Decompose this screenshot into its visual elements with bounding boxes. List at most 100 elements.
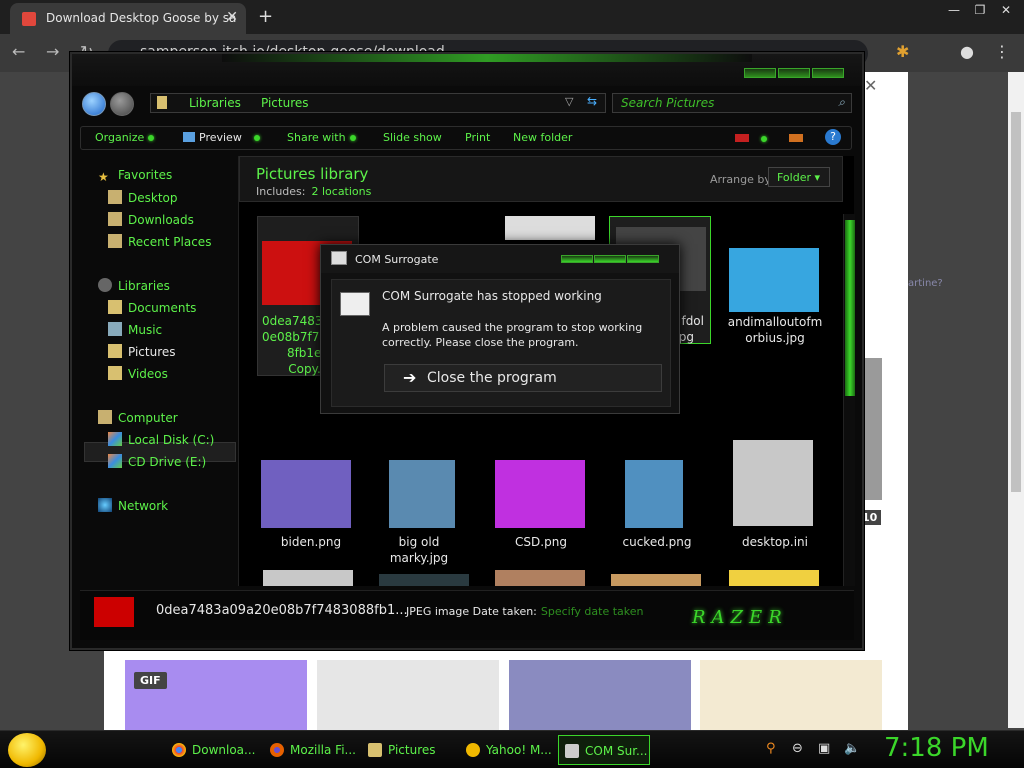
print-button[interactable]: Print [465,131,490,144]
breadcrumb-libraries[interactable]: Libraries [189,96,241,110]
nav-music[interactable]: Music [108,322,162,342]
file-thumbnail [625,460,683,528]
nav-cd-drive[interactable]: CD Drive (E:) [108,454,206,474]
profile-avatar-icon[interactable]: ● [960,42,974,61]
web-scrollbar-thumb[interactable] [1011,112,1021,492]
share-with-button[interactable]: Share with [287,131,356,144]
file-thumbnail [261,460,351,528]
file-tile-row3-1[interactable] [257,570,359,586]
nav-pictures-label: Pictures [128,345,176,359]
task-label: Yahoo! M... [486,743,552,757]
file-tile-row3-3[interactable] [493,570,595,586]
file-list-scrollbar[interactable] [843,214,855,586]
gif-card[interactable] [125,660,307,730]
forward-arrow-icon[interactable]: → [46,42,59,61]
start-orb-icon[interactable] [8,733,46,767]
taskbar-firefox[interactable]: Mozilla Fi... [264,735,356,765]
file-tile-biden[interactable]: biden.png [257,458,359,568]
browser-menu-icon[interactable]: ⋮ [994,42,1010,61]
tray-status-icon[interactable]: ⊖ [792,741,808,757]
new-folder-button[interactable]: New folder [513,131,572,144]
details-date-value[interactable]: Specify date taken [541,605,644,618]
explorer-minimize-button[interactable] [744,68,776,78]
error-dialog: COM Surrogate COM Surrogate has stopped … [320,244,680,414]
network-tray-icon[interactable]: ▣ [818,741,834,757]
web-close-icon[interactable]: ✕ [864,76,877,95]
close-program-button[interactable]: ➔ Close the program [384,364,662,392]
back-arrow-icon[interactable]: ← [12,42,25,61]
taskbar-yahoo[interactable]: Yahoo! M... [460,735,552,765]
tab-close-icon[interactable]: ✕ [226,9,238,25]
dropdown-chevron-icon[interactable]: ▽ [565,95,573,108]
nav-libraries-label: Libraries [118,279,170,293]
nav-favorites[interactable]: ★ Favorites [98,168,172,188]
file-thumbnail [505,216,595,240]
help-icon[interactable]: ? [825,129,841,145]
dialog-close-button[interactable] [627,255,659,263]
nav-network[interactable]: Network [98,498,168,518]
card-4[interactable] [700,660,882,730]
view-options-icon[interactable] [735,134,749,142]
nav-libraries[interactable]: Libraries [98,278,170,298]
nav-cd-drive-label: CD Drive (E:) [128,455,207,469]
nav-computer[interactable]: Computer [98,410,178,430]
breadcrumb-pictures[interactable]: Pictures [261,96,309,110]
search-input[interactable]: Search Pictures ⌕ [612,93,852,113]
file-tile-cucked[interactable]: cucked.png [601,458,703,568]
search-placeholder: Search Pictures [621,96,715,110]
taskbar-clock[interactable]: 7:18 PM [884,733,989,763]
taskbar-pictures[interactable]: Pictures [362,735,454,765]
search-tray-icon[interactable]: ⚲ [766,741,782,757]
back-button-icon[interactable] [82,92,106,116]
file-tile-row3-4[interactable] [609,570,711,586]
explorer-address-bar[interactable]: Libraries Pictures ▽ ⇆ [150,93,606,113]
new-tab-button[interactable]: + [258,6,273,27]
volume-icon[interactable]: 🔈 [844,741,860,757]
file-tile-csd[interactable]: CSD.png [493,458,595,568]
search-icon[interactable]: ⌕ [838,95,845,110]
refresh-icon[interactable]: ⇆ [587,94,597,108]
nav-desktop[interactable]: Desktop [108,190,178,210]
nav-downloads[interactable]: Downloads [108,212,194,232]
file-tile-desktop-ini[interactable]: desktop.ini [723,440,825,568]
web-scrollbar[interactable] [1008,72,1024,728]
nav-pictures[interactable]: Pictures [108,344,176,364]
details-thumbnail [94,597,134,627]
preview-button[interactable]: Preview [183,131,260,144]
file-tile-andimalloutofmorbius[interactable]: andimalloutofm orbius.jpg [723,216,825,345]
close-window-button[interactable]: ✕ [994,0,1018,20]
nav-recent-places[interactable]: Recent Places [108,234,211,254]
minimize-button[interactable]: — [942,0,966,20]
file-tile-big-old-marky[interactable]: big old marky.jpg [387,458,489,568]
preview-pane-icon[interactable] [789,134,803,142]
extension-puzzle-icon[interactable]: ✱ [896,42,909,61]
explorer-maximize-button[interactable] [778,68,810,78]
file-tile-hidden[interactable] [503,216,605,240]
explorer-close-button[interactable] [812,68,844,78]
file-tile-row3-5[interactable] [723,570,825,586]
file-list-scrollbar-thumb[interactable] [845,220,855,396]
forward-button-icon[interactable] [110,92,134,116]
nav-documents[interactable]: Documents [108,300,196,320]
taskbar-com-surrogate[interactable]: COM Sur... [558,735,650,765]
dialog-maximize-button[interactable] [594,255,626,263]
file-name-line1: andimalloutofm [727,315,823,329]
browser-tab[interactable]: Download Desktop Goose by sa ✕ [10,3,246,34]
file-name-line1: biden.png [280,535,342,549]
maximize-button[interactable]: ❐ [968,0,992,20]
nav-computer-label: Computer [118,411,178,425]
organize-button[interactable]: Organize [95,131,155,144]
dialog-minimize-button[interactable] [561,255,593,263]
task-label: Downloa... [192,743,256,757]
arrange-dropdown[interactable]: Folder ▾ [768,167,830,187]
locations-link[interactable]: 2 locations [311,185,371,198]
card-2[interactable] [317,660,499,730]
taskbar-chrome[interactable]: Downloa... [166,735,258,765]
nav-documents-label: Documents [128,301,197,315]
arrow-right-icon: ➔ [403,368,417,387]
file-tile-row3-2[interactable] [379,570,481,586]
nav-videos[interactable]: Videos [108,366,168,386]
slide-show-button[interactable]: Slide show [383,131,442,144]
card-3[interactable] [509,660,691,730]
nav-local-disk[interactable]: Local Disk (C:) [108,432,214,452]
